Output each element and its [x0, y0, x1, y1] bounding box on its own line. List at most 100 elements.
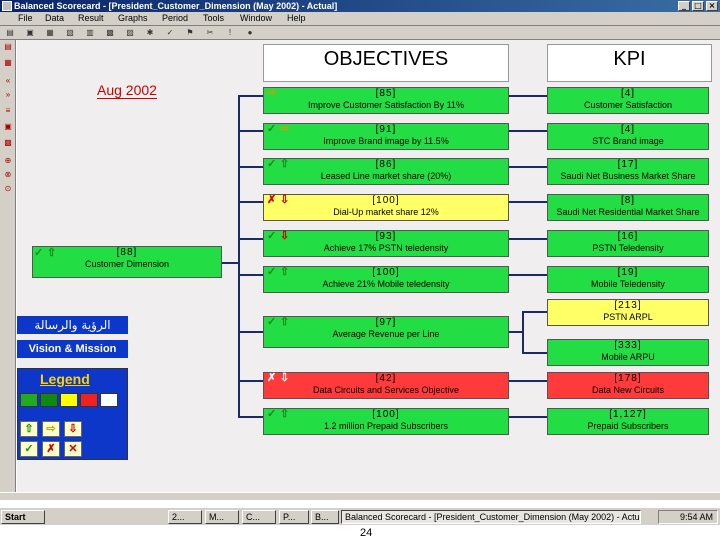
objective-box[interactable]: [97] Average Revenue per Line	[263, 316, 509, 348]
taskbar-item[interactable]: M...	[205, 510, 239, 524]
objective-label: Average Revenue per Line	[332, 329, 440, 339]
maximize-button[interactable]: □	[692, 1, 704, 11]
menu-file[interactable]: File	[18, 13, 33, 23]
node-icon[interactable]: ⊙	[3, 184, 13, 194]
check-icon: ✓	[267, 158, 277, 170]
arrow-right-icon: ⇨	[42, 421, 60, 437]
kpi-box[interactable]: [213] PSTN ARPL	[547, 299, 709, 326]
menu-window[interactable]: Window	[240, 13, 272, 23]
vision-mission-arabic-button[interactable]: الرؤية والرسالة	[17, 316, 128, 334]
tree-icon[interactable]: ▤	[3, 42, 13, 52]
taskbar-item-active[interactable]: Balanced Scorecard - [President_Customer…	[341, 510, 641, 524]
chart-icon[interactable]: ▥	[86, 29, 94, 37]
kpi-box[interactable]: [1,127] Prepaid Subscribers	[547, 408, 709, 435]
back-icon[interactable]: «	[3, 76, 13, 86]
kpi-box[interactable]: [333] Mobile ARPU	[547, 339, 709, 366]
forward-icon[interactable]: »	[3, 90, 13, 100]
vision-mission-button[interactable]: Vision & Mission	[17, 340, 128, 358]
connector	[238, 130, 264, 132]
kpi-label: PSTN ARPL	[603, 312, 653, 322]
legend-title: Legend	[40, 371, 90, 387]
root-objective-box[interactable]: [88] Customer Dimension	[32, 246, 222, 278]
kpi-box[interactable]: [8] Saudi Net Residential Market Share	[547, 194, 709, 221]
grid-icon[interactable]: ▩	[106, 29, 114, 37]
objective-box[interactable]: [100] Achieve 21% Mobile teledensity	[263, 266, 509, 293]
flag-icon[interactable]: ⚑	[186, 29, 194, 37]
print-icon[interactable]: ▧	[66, 29, 74, 37]
arrow-down-icon: ⇩	[280, 372, 290, 384]
kpi-box[interactable]: [17] Saudi Net Business Market Share	[547, 158, 709, 185]
objective-box[interactable]: [85] Improve Customer Satisfaction By 11…	[263, 87, 509, 114]
left-toolbar: ▤ ▦ « » ≡ ▣ ▩ ⊕ ⊗ ⊙	[0, 40, 16, 492]
kpi-code: [17]	[617, 159, 639, 170]
legend-panel: Legend ⇧ ⇨ ⇩ ✓ ✗ ✕	[17, 368, 128, 460]
taskbar-item[interactable]: B...	[311, 510, 339, 524]
kpi-box[interactable]: [4] Customer Satisfaction	[547, 87, 709, 114]
connector	[238, 274, 264, 276]
connector	[509, 274, 547, 276]
window-title: Balanced Scorecard - [President_Customer…	[14, 1, 338, 11]
kpi-box[interactable]: [16] PSTN Teledensity	[547, 230, 709, 257]
open-icon[interactable]: ▣	[26, 29, 34, 37]
link-icon[interactable]: ⊕	[3, 156, 13, 166]
cut-icon[interactable]: ✂	[206, 29, 214, 37]
objective-box[interactable]: [91] Improve Brand image by 11.5%	[263, 123, 509, 150]
check-icon[interactable]: ✓	[166, 29, 174, 37]
objective-box[interactable]: [100] Dial-Up market share 12%	[263, 194, 509, 221]
connector	[509, 416, 547, 418]
minimize-button[interactable]: _	[678, 1, 690, 11]
check-icon: ✓	[267, 316, 277, 328]
objective-box[interactable]: [86] Leased Line market share (20%)	[263, 158, 509, 185]
objective-code: [100]	[372, 267, 400, 278]
menu-tools[interactable]: Tools	[203, 13, 224, 23]
cross-icon: ✗	[267, 372, 277, 384]
tag-icon[interactable]: ⊗	[3, 170, 13, 180]
menu-result[interactable]: Result	[78, 13, 104, 23]
filter-icon[interactable]: ▨	[126, 29, 134, 37]
arrow-right-icon: ⇨	[267, 87, 277, 99]
menu-graphs[interactable]: Graphs	[118, 13, 148, 23]
objective-box[interactable]: [93] Achieve 17% PSTN teledensity	[263, 230, 509, 257]
kpi-box[interactable]: [4] STC Brand image	[547, 123, 709, 150]
connector	[238, 238, 264, 240]
objective-box[interactable]: [100] 1.2 million Prepaid Subscribers	[263, 408, 509, 435]
tools-icon[interactable]: ✱	[146, 29, 154, 37]
map-icon[interactable]: ▩	[3, 138, 13, 148]
start-button[interactable]: Start	[1, 510, 45, 524]
bars-icon[interactable]: ≡	[3, 106, 13, 116]
record-icon[interactable]: ●	[246, 29, 254, 37]
cross-icon: ✕	[64, 441, 82, 457]
taskbar-item[interactable]: C...	[242, 510, 276, 524]
window-title-bar[interactable]: Balanced Scorecard - [President_Customer…	[0, 0, 720, 12]
taskbar-item[interactable]: P...	[279, 510, 309, 524]
kpi-code: [333]	[614, 340, 642, 351]
connector	[509, 238, 547, 240]
new-icon[interactable]: ▤	[6, 29, 14, 37]
kpi-box[interactable]: [19] Mobile Teledensity	[547, 266, 709, 293]
save-icon[interactable]: ▦	[46, 29, 54, 37]
objective-box[interactable]: [42] Data Circuits and Services Objectiv…	[263, 372, 509, 399]
kpi-code: [4]	[620, 124, 636, 135]
objective-label: 1.2 million Prepaid Subscribers	[323, 421, 449, 431]
kpi-code: [178]	[614, 373, 642, 384]
root-code: [88]	[116, 247, 138, 258]
close-button[interactable]: ×	[706, 1, 718, 11]
arrow-down-icon: ⇩	[280, 194, 290, 206]
connector	[238, 201, 264, 203]
arrow-down-icon: ⇩	[64, 421, 82, 437]
kpi-label: Saudi Net Business Market Share	[560, 171, 696, 181]
taskbar: Start 2... M... C... P... B... Balanced …	[0, 507, 720, 525]
warning-icon[interactable]: !	[226, 29, 234, 37]
taskbar-item[interactable]: 2...	[168, 510, 202, 524]
date-label: Aug 2002	[97, 82, 157, 99]
doc-icon[interactable]: ▣	[3, 122, 13, 132]
layers-icon[interactable]: ▦	[3, 58, 13, 68]
kpi-box[interactable]: [178] Data New Circuits	[547, 372, 709, 399]
menu-help[interactable]: Help	[287, 13, 306, 23]
kpi-code: [4]	[620, 88, 636, 99]
menu-data[interactable]: Data	[45, 13, 64, 23]
objective-label: Data Circuits and Services Objective	[312, 385, 460, 395]
check-icon: ✓	[34, 247, 44, 259]
legend-swatch-white	[100, 393, 118, 407]
menu-period[interactable]: Period	[162, 13, 188, 23]
